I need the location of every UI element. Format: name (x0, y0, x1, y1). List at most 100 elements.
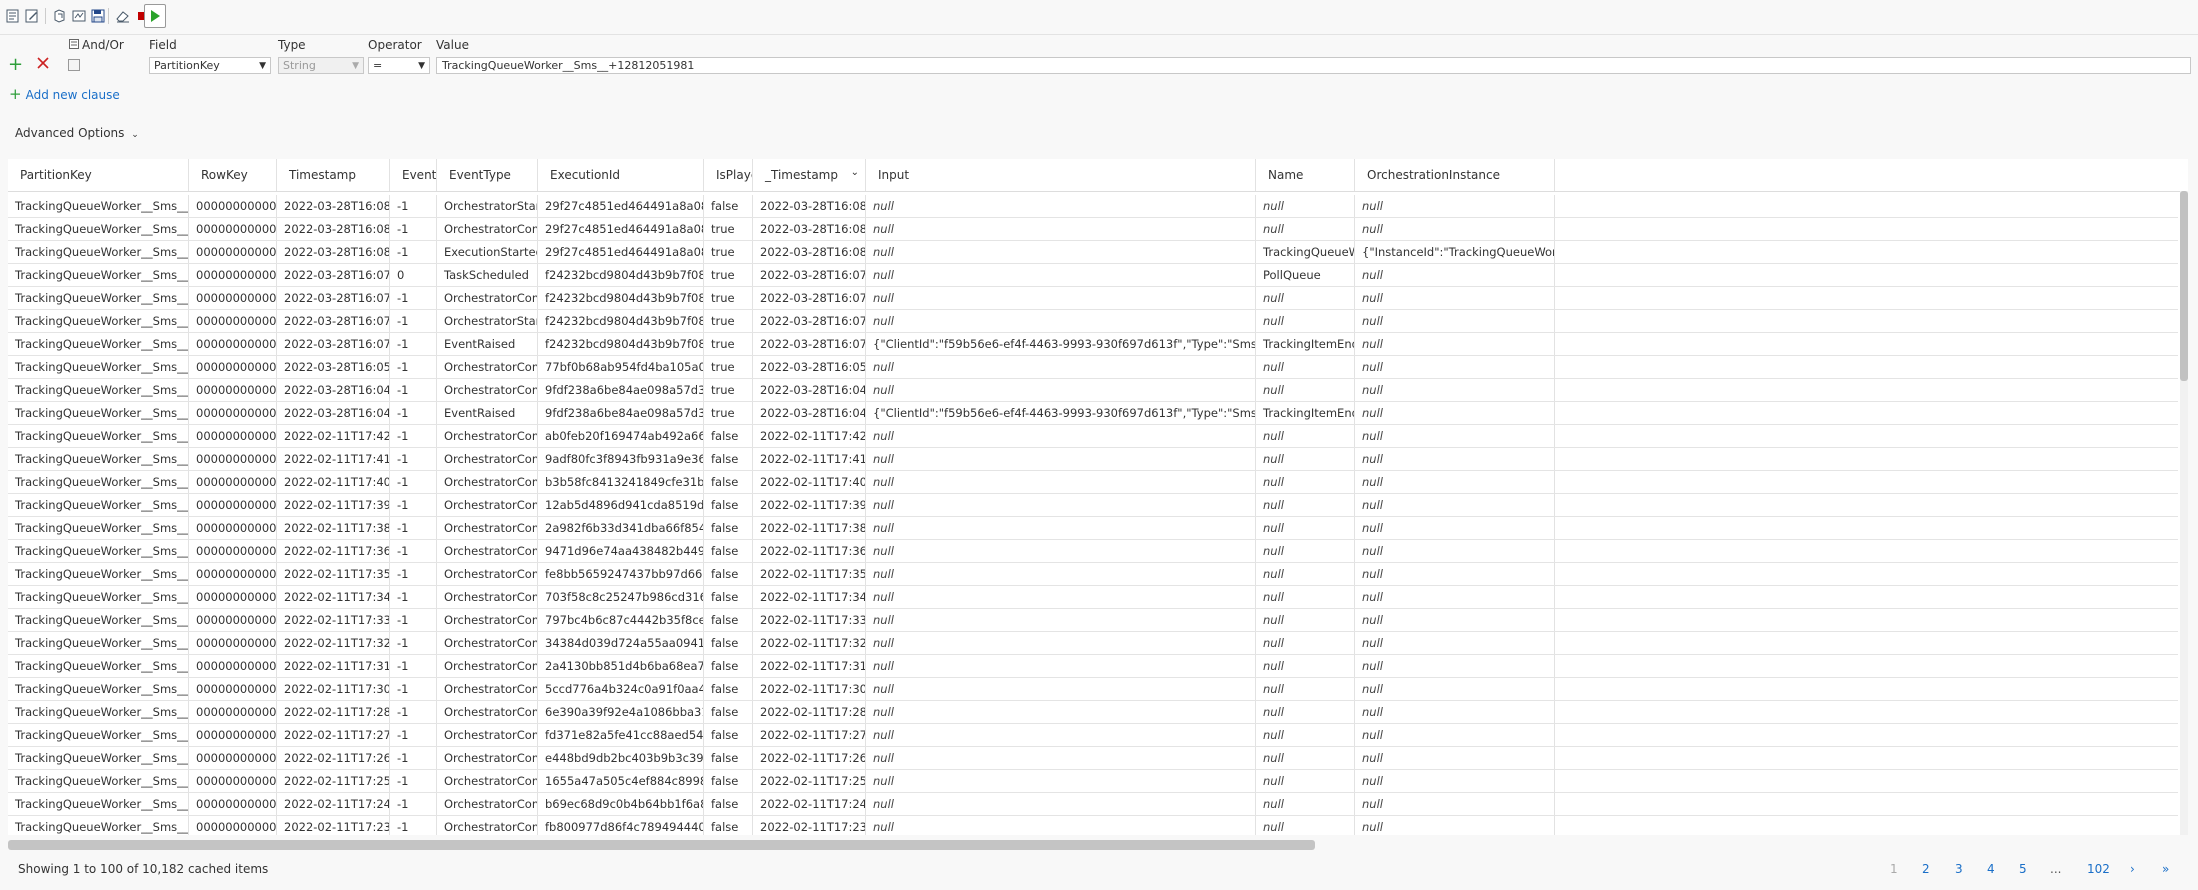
table-row[interactable]: TrackingQueueWorker__Sms__+1281205198100… (8, 356, 2178, 379)
clause-checkbox[interactable] (68, 59, 80, 71)
table-cell-rowkey: 0000000000000005 (189, 264, 277, 286)
vertical-scrollbar-thumb[interactable] (2180, 191, 2188, 381)
last-page-icon[interactable]: » (2162, 862, 2169, 876)
table-cell-eventid: -1 (390, 379, 437, 401)
table-cell-orchestrationinstance: {"InstanceId":"TrackingQueueWorker__Sms_… (1355, 241, 1555, 263)
table-cell-orchestrationinstance: null (1355, 724, 1555, 746)
column-header-eventtype[interactable]: EventType (437, 159, 538, 191)
table-cell-eventtype: OrchestratorCompleted (437, 793, 538, 815)
page-link-2[interactable]: 2 (1922, 862, 1930, 876)
column-header--timestamp[interactable]: _Timestamp ⌄ (753, 159, 866, 191)
column-header-eventid[interactable]: EventId (390, 159, 437, 191)
toolbar-separator (108, 8, 109, 24)
page-link-3[interactable]: 3 (1955, 862, 1963, 876)
table-row[interactable]: TrackingQueueWorker__Sms__+1281205198100… (8, 747, 2178, 770)
eraser-icon[interactable] (113, 6, 133, 26)
table-row[interactable]: TrackingQueueWorker__Sms__+1281205198100… (8, 678, 2178, 701)
table-row[interactable]: TrackingQueueWorker__Sms__+1281205198100… (8, 310, 2178, 333)
table-row[interactable]: TrackingQueueWorker__Sms__+1281205198100… (8, 632, 2178, 655)
table-cell-executionid: 797bc4b6c87c4442b35f8ce539e4c769 (538, 609, 704, 631)
edit-query-icon[interactable] (22, 6, 42, 26)
field-select[interactable]: PartitionKey ▼ (149, 57, 271, 74)
remove-clause-icon[interactable] (36, 56, 50, 73)
table-row[interactable]: TrackingQueueWorker__Sms__+1281205198100… (8, 241, 2178, 264)
table-cell-partitionkey: TrackingQueueWorker__Sms__+12812051981 (8, 356, 189, 378)
table-cell-eventtype: OrchestratorStarted (437, 195, 538, 217)
value-input[interactable]: TrackingQueueWorker__Sms__+12812051981 (436, 57, 2191, 74)
operator-select[interactable]: = ▼ (368, 57, 430, 74)
save-as-icon[interactable] (69, 6, 89, 26)
advanced-options-toggle[interactable]: Advanced Options ⌄ (15, 126, 139, 140)
table-row[interactable]: TrackingQueueWorker__Sms__+1281205198100… (8, 402, 2178, 425)
save-icon[interactable] (88, 6, 108, 26)
table-row[interactable]: TrackingQueueWorker__Sms__+1281205198100… (8, 586, 2178, 609)
page-link-1: 1 (1890, 862, 1898, 876)
table-row[interactable]: TrackingQueueWorker__Sms__+1281205198100… (8, 655, 2178, 678)
table-cell-input: null (866, 264, 1256, 286)
table-row[interactable]: TrackingQueueWorker__Sms__+1281205198100… (8, 494, 2178, 517)
add-clause-icon[interactable]: + (8, 56, 23, 74)
table-row[interactable]: TrackingQueueWorker__Sms__+1281205198100… (8, 195, 2178, 218)
table-cell-partitionkey: TrackingQueueWorker__Sms__+12812051981 (8, 195, 189, 217)
horizontal-scrollbar-thumb[interactable] (8, 840, 1315, 850)
table-cell-orchestrationinstance: null (1355, 379, 1555, 401)
table-cell-partitionkey: TrackingQueueWorker__Sms__+12812051981 (8, 218, 189, 240)
table-row[interactable]: TrackingQueueWorker__Sms__+1281205198100… (8, 379, 2178, 402)
table-cell-timestamp: 2022-03-28T16:08:17.835Z (277, 218, 390, 240)
table-cell-orchestrationinstance: null (1355, 655, 1555, 677)
table-cell-isplayed: false (704, 540, 753, 562)
column-header-timestamp[interactable]: Timestamp (277, 159, 390, 191)
table-row[interactable]: TrackingQueueWorker__Sms__+1281205198100… (8, 540, 2178, 563)
column-header-rowkey[interactable]: RowKey (189, 159, 277, 191)
table-row[interactable]: TrackingQueueWorker__Sms__+1281205198100… (8, 471, 2178, 494)
add-new-clause-link[interactable]: + Add new clause (9, 85, 120, 103)
table-cell--timestamp: 2022-02-11T17:40:15.836Z (753, 471, 866, 493)
page-link-4[interactable]: 4 (1987, 862, 1995, 876)
next-page-icon[interactable]: › (2130, 862, 2135, 876)
table-row[interactable]: TrackingQueueWorker__Sms__+1281205198100… (8, 448, 2178, 471)
table-row[interactable]: TrackingQueueWorker__Sms__+1281205198100… (8, 287, 2178, 310)
table-row[interactable]: TrackingQueueWorker__Sms__+1281205198100… (8, 333, 2178, 356)
vertical-scrollbar[interactable] (2180, 191, 2188, 835)
chevron-down-icon: ▼ (259, 61, 266, 71)
table-cell-rowkey: 0000000000000015 (189, 678, 277, 700)
open-query-icon[interactable] (50, 6, 70, 26)
table-cell-orchestrationinstance: null (1355, 333, 1555, 355)
table-cell-eventid: -1 (390, 816, 437, 835)
table-cell-orchestrationinstance: null (1355, 793, 1555, 815)
column-header-isplayed[interactable]: IsPlayed (704, 159, 753, 191)
table-cell-rowkey: 0000000000000010 (189, 563, 277, 585)
table-cell-executionid: 9fdf238a6be84ae098a57d3595db8ef2 (538, 402, 704, 424)
table-cell-timestamp: 2022-02-11T17:24:13.695Z (277, 793, 390, 815)
page-link-5[interactable]: 5 (2019, 862, 2027, 876)
page-link-102[interactable]: 102 (2087, 862, 2110, 876)
column-header-partitionkey[interactable]: PartitionKey (8, 159, 189, 191)
table-row[interactable]: TrackingQueueWorker__Sms__+1281205198100… (8, 264, 2178, 287)
table-row[interactable]: TrackingQueueWorker__Sms__+1281205198100… (8, 793, 2178, 816)
table-row[interactable]: TrackingQueueWorker__Sms__+1281205198100… (8, 609, 2178, 632)
table-cell-input: null (866, 816, 1256, 835)
table-row[interactable]: TrackingQueueWorker__Sms__+1281205198100… (8, 517, 2178, 540)
table-row[interactable]: TrackingQueueWorker__Sms__+1281205198100… (8, 770, 2178, 793)
table-cell-input: null (866, 793, 1256, 815)
table-cell-timestamp: 2022-02-11T17:31:08.543Z (277, 655, 390, 677)
table-cell-name: null (1256, 701, 1355, 723)
column-header-name[interactable]: Name (1256, 159, 1355, 191)
column-header-input[interactable]: Input (866, 159, 1256, 191)
table-cell-name: null (1256, 356, 1355, 378)
column-header-orchestrationinstance[interactable]: OrchestrationInstance (1355, 159, 1555, 191)
table-cell-name: TrackingQueueWorker (1256, 241, 1355, 263)
table-cell-eventid: -1 (390, 655, 437, 677)
table-row[interactable]: TrackingQueueWorker__Sms__+1281205198100… (8, 218, 2178, 241)
table-row[interactable]: TrackingQueueWorker__Sms__+1281205198100… (8, 425, 2178, 448)
run-icon[interactable] (144, 4, 166, 28)
table-row[interactable]: TrackingQueueWorker__Sms__+1281205198100… (8, 816, 2178, 835)
table-row[interactable]: TrackingQueueWorker__Sms__+1281205198100… (8, 563, 2178, 586)
column-header-executionid[interactable]: ExecutionId (538, 159, 704, 191)
new-query-icon[interactable] (3, 6, 23, 26)
table-row[interactable]: TrackingQueueWorker__Sms__+1281205198100… (8, 701, 2178, 724)
plus-icon: + (9, 85, 22, 103)
table-cell-name: null (1256, 494, 1355, 516)
sort-chevron-icon[interactable]: ⌄ (851, 159, 859, 189)
table-row[interactable]: TrackingQueueWorker__Sms__+1281205198100… (8, 724, 2178, 747)
